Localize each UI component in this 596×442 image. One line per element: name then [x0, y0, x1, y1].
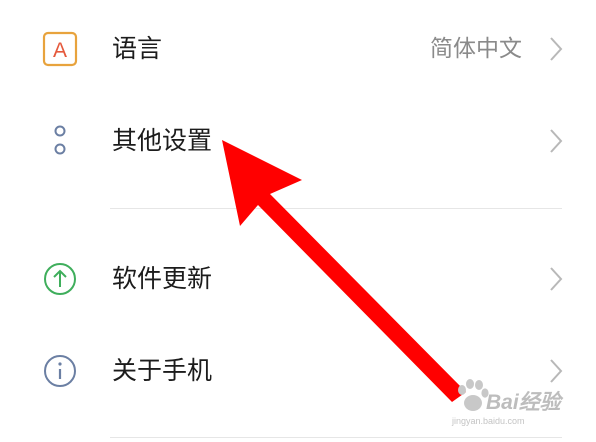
letter-a-icon: A [42, 31, 78, 67]
software-update-label: 软件更新 [112, 264, 213, 293]
settings-row-other[interactable]: 其他设置 [0, 96, 596, 186]
section-divider [110, 208, 562, 209]
info-circle-icon [42, 353, 78, 389]
watermark-brand-main: Bai [486, 391, 519, 414]
about-phone-label: 关于手机 [112, 356, 213, 385]
watermark-brand-suffix: 经验 [518, 391, 561, 414]
language-label: 语言 [112, 34, 163, 63]
chevron-right-icon [547, 35, 565, 63]
chevron-right-icon [547, 265, 565, 293]
chevron-right-icon [547, 127, 565, 155]
other-settings-label: 其他设置 [112, 126, 213, 155]
two-dots-icon [42, 122, 78, 158]
settings-row-language[interactable]: A 语言 简体中文 [0, 4, 596, 94]
baidu-jingyan-watermark: Bai经验 jingyan.baidu.com [446, 372, 586, 436]
arrow-up-circle-icon [42, 261, 78, 297]
letter-a-glyph: A [53, 39, 67, 62]
settings-row-update[interactable]: 软件更新 [0, 234, 596, 324]
watermark-brand: Bai经验 [486, 386, 561, 416]
language-value: 简体中文 [430, 36, 522, 62]
section-divider [110, 437, 562, 438]
watermark-url: jingyan.baidu.com [452, 416, 525, 426]
